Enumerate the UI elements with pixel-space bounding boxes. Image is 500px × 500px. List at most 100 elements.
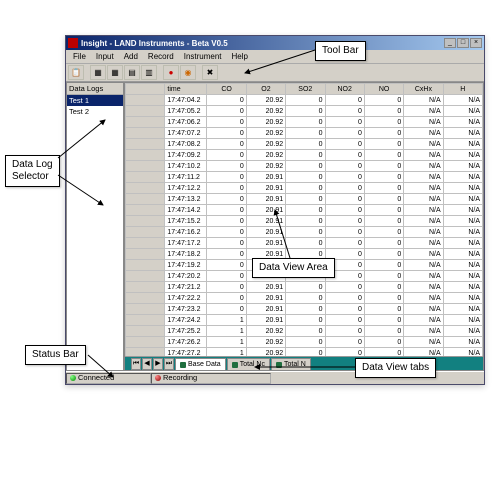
cell[interactable]: 0: [325, 304, 364, 315]
cell[interactable]: N/A: [404, 348, 443, 357]
cell[interactable]: 20.91: [246, 216, 285, 227]
cell[interactable]: 17:47:04.2: [165, 95, 207, 106]
table-row[interactable]: 17:47:09.2020.92000N/AN/A: [126, 150, 483, 161]
cell[interactable]: N/A: [404, 106, 443, 117]
table-row[interactable]: 17:47:14.2020.91000N/AN/A: [126, 205, 483, 216]
cell[interactable]: 17:47:14.2: [165, 205, 207, 216]
cell[interactable]: 0: [207, 128, 246, 139]
cell[interactable]: 0: [286, 337, 325, 348]
column-header[interactable]: SO2: [286, 84, 325, 95]
cell[interactable]: 0: [207, 161, 246, 172]
cell[interactable]: 0: [207, 95, 246, 106]
cell[interactable]: 0: [364, 216, 403, 227]
close-button[interactable]: ×: [470, 38, 482, 48]
cell[interactable]: 0: [364, 150, 403, 161]
cell[interactable]: 0: [364, 271, 403, 282]
column-header[interactable]: H: [443, 84, 482, 95]
cell[interactable]: 1: [207, 348, 246, 357]
cell[interactable]: 17:47:06.2: [165, 117, 207, 128]
cell[interactable]: N/A: [404, 128, 443, 139]
cell[interactable]: 0: [325, 216, 364, 227]
toolbar-stop-icon[interactable]: ●: [163, 65, 179, 80]
cell[interactable]: 0: [207, 238, 246, 249]
cell[interactable]: N/A: [443, 106, 482, 117]
cell[interactable]: 0: [286, 95, 325, 106]
cell[interactable]: 20.91: [246, 282, 285, 293]
cell[interactable]: 17:47:23.2: [165, 304, 207, 315]
table-row[interactable]: 17:47:21.2020.91000N/AN/A: [126, 282, 483, 293]
cell[interactable]: 0: [286, 216, 325, 227]
cell[interactable]: 0: [325, 95, 364, 106]
cell[interactable]: 0: [364, 238, 403, 249]
cell[interactable]: 0: [325, 194, 364, 205]
cell[interactable]: N/A: [443, 205, 482, 216]
cell[interactable]: 0: [325, 293, 364, 304]
cell[interactable]: 20.91: [246, 205, 285, 216]
cell[interactable]: 0: [364, 95, 403, 106]
cell[interactable]: 17:47:13.2: [165, 194, 207, 205]
cell[interactable]: 0: [207, 117, 246, 128]
cell[interactable]: 20.91: [246, 183, 285, 194]
cell[interactable]: 0: [207, 183, 246, 194]
cell[interactable]: 0: [364, 172, 403, 183]
cell[interactable]: N/A: [404, 249, 443, 260]
cell[interactable]: N/A: [404, 326, 443, 337]
cell[interactable]: N/A: [443, 172, 482, 183]
cell[interactable]: N/A: [404, 282, 443, 293]
table-row[interactable]: 17:47:26.2120.92000N/AN/A: [126, 337, 483, 348]
cell[interactable]: 0: [364, 260, 403, 271]
toolbar-grid2-icon[interactable]: ▦: [107, 65, 123, 80]
cell[interactable]: N/A: [404, 293, 443, 304]
cell[interactable]: 0: [364, 315, 403, 326]
cell[interactable]: 0: [364, 249, 403, 260]
cell[interactable]: 0: [364, 282, 403, 293]
menu-add[interactable]: Add: [119, 52, 143, 61]
cell[interactable]: 0: [286, 326, 325, 337]
cell[interactable]: 0: [325, 150, 364, 161]
toolbar-cancel-icon[interactable]: ✖: [202, 65, 218, 80]
cell[interactable]: N/A: [443, 194, 482, 205]
cell[interactable]: N/A: [443, 282, 482, 293]
cell[interactable]: 17:47:15.2: [165, 216, 207, 227]
cell[interactable]: 1: [207, 337, 246, 348]
cell[interactable]: 0: [207, 106, 246, 117]
cell[interactable]: 0: [207, 271, 246, 282]
cell[interactable]: 0: [325, 348, 364, 357]
cell[interactable]: 0: [364, 117, 403, 128]
cell[interactable]: 0: [325, 315, 364, 326]
title-bar[interactable]: Insight - LAND Instruments - Beta V0.5 _…: [66, 36, 484, 50]
cell[interactable]: 0: [286, 194, 325, 205]
cell[interactable]: 20.92: [246, 337, 285, 348]
table-row[interactable]: 17:47:05.2020.92000N/AN/A: [126, 106, 483, 117]
cell[interactable]: N/A: [443, 337, 482, 348]
table-row[interactable]: 17:47:07.2020.92000N/AN/A: [126, 128, 483, 139]
cell[interactable]: N/A: [404, 304, 443, 315]
cell[interactable]: 1: [207, 326, 246, 337]
column-header[interactable]: O2: [246, 84, 285, 95]
cell[interactable]: N/A: [404, 95, 443, 106]
cell[interactable]: N/A: [443, 293, 482, 304]
cell[interactable]: N/A: [443, 326, 482, 337]
cell[interactable]: 0: [286, 282, 325, 293]
cell[interactable]: 0: [325, 282, 364, 293]
cell[interactable]: 20.92: [246, 117, 285, 128]
cell[interactable]: 0: [364, 227, 403, 238]
cell[interactable]: 0: [286, 161, 325, 172]
cell[interactable]: N/A: [404, 227, 443, 238]
cell[interactable]: 0: [286, 172, 325, 183]
table-row[interactable]: 17:47:22.2020.91000N/AN/A: [126, 293, 483, 304]
column-header[interactable]: NO2: [325, 84, 364, 95]
cell[interactable]: N/A: [443, 238, 482, 249]
cell[interactable]: N/A: [443, 128, 482, 139]
cell[interactable]: 20.91: [246, 194, 285, 205]
cell[interactable]: N/A: [443, 227, 482, 238]
toolbar-chart-icon[interactable]: ▥: [141, 65, 157, 80]
table-row[interactable]: 17:47:11.2020.91000N/AN/A: [126, 172, 483, 183]
cell[interactable]: 0: [286, 205, 325, 216]
cell[interactable]: 0: [364, 161, 403, 172]
tab-nav-prev[interactable]: ◀: [142, 358, 152, 370]
column-header[interactable]: [126, 84, 165, 95]
cell[interactable]: 17:47:09.2: [165, 150, 207, 161]
cell[interactable]: N/A: [443, 304, 482, 315]
cell[interactable]: 0: [364, 183, 403, 194]
